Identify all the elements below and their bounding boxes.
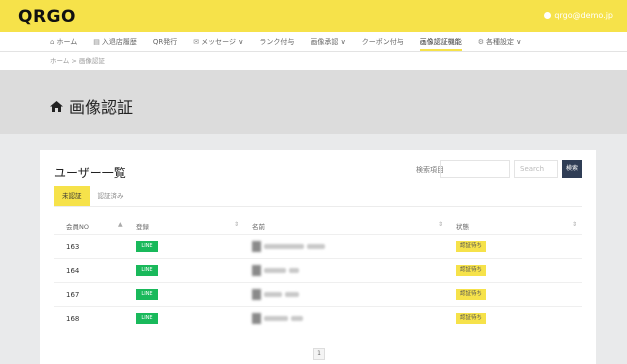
user-name-redacted — [252, 289, 299, 300]
column-header-no[interactable]: 会員NO — [66, 221, 89, 231]
avatar — [252, 241, 261, 252]
message-icon: ✉ — [193, 37, 200, 46]
line-badge: LINE — [136, 265, 158, 276]
card-title: ユーザー一覧 — [54, 166, 126, 180]
search-input[interactable]: Search — [514, 160, 558, 178]
redacted-text — [289, 268, 299, 273]
tab-divider — [54, 206, 582, 207]
redacted-text — [285, 292, 299, 297]
breadcrumb: ホーム > 画像認証 — [0, 52, 627, 70]
redacted-text — [264, 244, 304, 249]
sort-icon[interactable]: ⇕ — [234, 221, 239, 228]
nav-item-label: 各種設定 ∨ — [485, 37, 522, 46]
status-tabs: 未認証 認証済み — [54, 186, 132, 206]
redacted-text — [264, 316, 288, 321]
page-title: 画像認証 — [50, 94, 133, 118]
main-nav: ⌂ ホーム ▤ 入退店履歴 QR発行 ✉ メッセージ ∨ ランク付与 画像承認 ∨ クーポン付与 画… — [0, 32, 627, 52]
redacted-text — [307, 244, 325, 249]
page-title-text: 画像認証 — [69, 98, 134, 117]
column-header-name[interactable]: 名前 — [252, 221, 265, 231]
nav-item-label: 画像認証機能 — [419, 37, 462, 46]
settings-icon: ⚙ — [477, 37, 484, 46]
line-badge: LINE — [136, 313, 158, 324]
redacted-text — [264, 268, 286, 273]
member-no: 168 — [66, 315, 80, 323]
table-header: 会員NO ▲ 登録 ⇕ 名前 ⇕ 状態 ⇕ — [54, 218, 582, 232]
sort-icon[interactable]: ⇕ — [438, 221, 443, 228]
nav-item-label: クーポン付与 — [361, 37, 404, 46]
search-field-select[interactable] — [440, 160, 510, 178]
nav-item-label: ランク付与 — [259, 37, 295, 46]
page-header: 画像認証 — [0, 70, 627, 134]
user-menu[interactable]: qrgo@demo.jp — [544, 11, 613, 20]
nav-item-label: QR発行 — [152, 37, 178, 46]
nav-item-label: 入退店履歴 — [101, 37, 137, 46]
redacted-text — [291, 316, 303, 321]
user-name-redacted — [252, 241, 325, 252]
nav-item-label: ホーム — [56, 37, 78, 46]
user-name-redacted — [252, 265, 299, 276]
user-icon — [544, 12, 552, 19]
member-no: 163 — [66, 243, 80, 251]
table-row[interactable]: 168 LINE 認証待ち — [54, 306, 582, 330]
logo[interactable]: QRGO — [18, 7, 76, 27]
status-button[interactable]: 認証待ち — [456, 241, 486, 252]
top-bar: QRGO qrgo@demo.jp — [0, 0, 627, 32]
line-badge: LINE — [136, 289, 158, 300]
home-icon — [50, 100, 63, 112]
user-name-redacted — [252, 313, 303, 324]
tab-unverified[interactable]: 未認証 — [54, 186, 90, 206]
sort-asc-icon[interactable]: ▲ — [118, 221, 123, 228]
nav-item-label: 画像承認 ∨ — [310, 37, 346, 46]
nav-item-label: メッセージ ∨ — [201, 37, 244, 46]
nav-item-8[interactable]: ⚙ 各種設定 ∨ — [478, 32, 522, 52]
redacted-text — [264, 292, 282, 297]
tab-verified[interactable]: 認証済み — [90, 186, 132, 206]
search-button[interactable]: 検索 — [562, 160, 582, 178]
column-header-status[interactable]: 状態 — [456, 221, 469, 231]
user-email: qrgo@demo.jp — [554, 11, 613, 20]
line-badge: LINE — [136, 241, 158, 252]
nav-item-3[interactable]: ✉ メッセージ ∨ — [193, 32, 243, 52]
nav-item-4[interactable]: ランク付与 — [259, 32, 294, 52]
nav-item-0[interactable]: ⌂ ホーム — [50, 32, 77, 52]
status-button[interactable]: 認証待ち — [456, 289, 486, 300]
avatar — [252, 265, 261, 276]
table-row[interactable]: 163 LINE 認証待ち — [54, 234, 582, 258]
nav-item-5[interactable]: 画像承認 ∨ — [310, 32, 345, 52]
status-button[interactable]: 認証待ち — [456, 313, 486, 324]
column-header-sns[interactable]: 登録 — [136, 221, 149, 231]
avatar — [252, 313, 261, 324]
table-row[interactable]: 164 LINE 認証待ち — [54, 258, 582, 282]
table-row[interactable]: 167 LINE 認証待ち — [54, 282, 582, 306]
status-button[interactable]: 認証待ち — [456, 265, 486, 276]
nav-item-6[interactable]: クーポン付与 — [362, 32, 404, 52]
nav-item-1[interactable]: ▤ 入退店履歴 — [93, 32, 137, 52]
member-no: 167 — [66, 291, 80, 299]
nav-item-7[interactable]: 画像認証機能 — [419, 32, 462, 52]
avatar — [252, 289, 261, 300]
people-icon: ▤ — [93, 37, 100, 46]
home-icon: ⌂ — [50, 37, 55, 46]
pagination-page[interactable]: 1 — [313, 348, 325, 360]
member-no: 164 — [66, 267, 80, 275]
sort-icon[interactable]: ⇕ — [572, 221, 577, 228]
nav-item-2[interactable]: QR発行 — [153, 32, 177, 52]
user-list-card: ユーザー一覧 検索項目 Search 検索 未認証 認証済み 会員NO ▲ 登録… — [40, 150, 596, 364]
